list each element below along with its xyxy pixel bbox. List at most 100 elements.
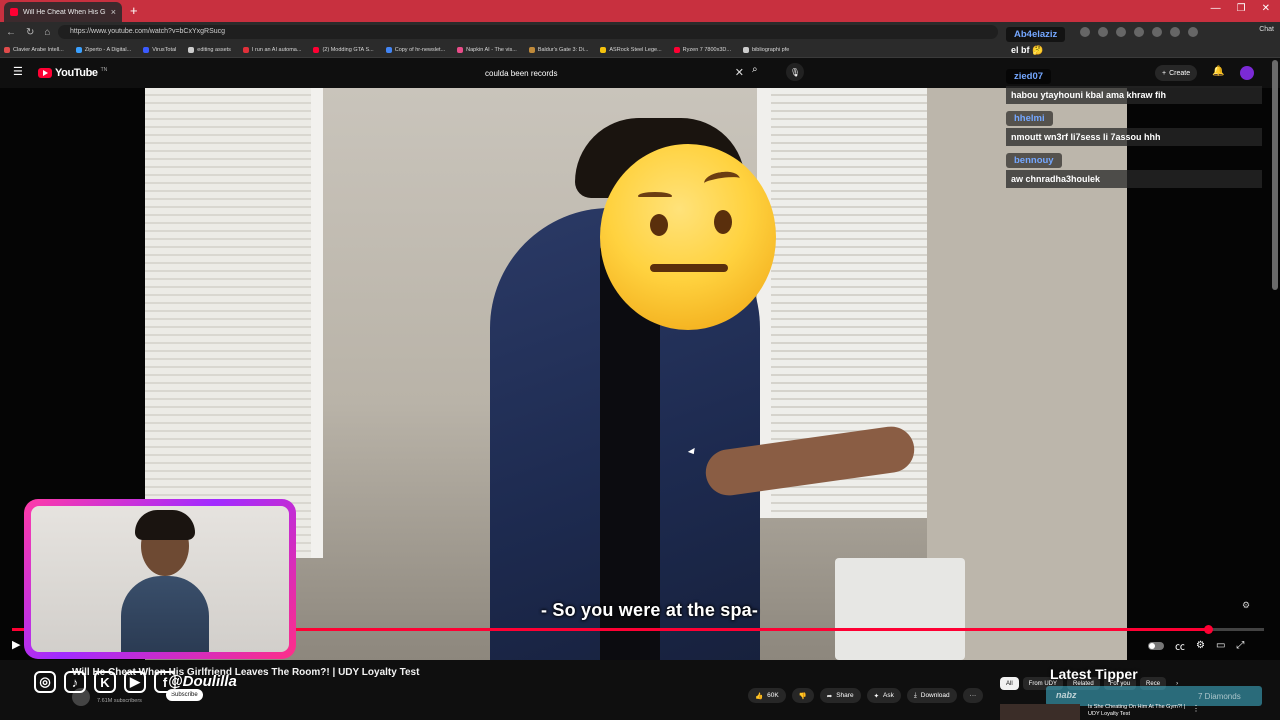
window-controls: — ❐ ✕: [1211, 3, 1270, 14]
bookmark-label: Napkin AI - The vis...: [466, 46, 517, 53]
chat-username: bennouy: [1006, 153, 1062, 168]
youtube-icon: ▶: [124, 671, 146, 693]
ac-unit: [835, 558, 965, 660]
chat-text: el bf 🤔: [1011, 45, 1044, 55]
subscriber-count: 7.61M subscribers: [97, 698, 142, 704]
page-scrollbar[interactable]: [1272, 60, 1278, 290]
latest-tipper-label: Latest Tipper: [1050, 666, 1138, 682]
chip-all[interactable]: All: [1000, 677, 1019, 690]
search-icon[interactable]: ⌕: [752, 64, 758, 75]
bookmark-item[interactable]: (2) Modding GTA S...: [313, 46, 374, 53]
share-icon: ➦: [826, 692, 833, 700]
reload-icon[interactable]: ↻: [26, 27, 34, 38]
bookmark-favicon-icon: [528, 46, 535, 53]
tipper-amount: 7 Diamonds: [1198, 692, 1241, 701]
chat-message: hhelmi nmoutt wn3rf li7sess li 7assou hh…: [1006, 108, 1262, 146]
chat-message: bennouy aw chnradha3houlek: [1006, 150, 1262, 188]
more-actions-button[interactable]: ···: [962, 688, 984, 703]
menu-icon[interactable]: ☰: [13, 67, 25, 78]
bookmark-favicon-icon: [188, 46, 195, 53]
chat-username: Ab4elaziz: [1006, 27, 1066, 42]
captions-icon[interactable]: ㏄: [1175, 638, 1185, 653]
like-count: 60K: [767, 692, 779, 699]
kick-icon: K: [94, 671, 116, 693]
settings-gear-icon[interactable]: ⚙: [1196, 640, 1205, 651]
bookmark-item[interactable]: VirusTotal: [143, 46, 177, 53]
bookmark-item[interactable]: editing assets: [188, 46, 231, 53]
chat-username: hhelmi: [1006, 111, 1053, 126]
new-tab-button[interactable]: +: [130, 3, 138, 18]
back-icon[interactable]: ←: [6, 27, 16, 38]
video-actions: 👍 60K 👎 ➦ Share ✦ Ask ⤓ Download ···: [748, 688, 984, 703]
mic-icon[interactable]: 🎙: [786, 63, 804, 81]
youtube-logo[interactable]: YouTube TN: [38, 67, 107, 79]
bookmark-item[interactable]: bibliographi pfe: [742, 46, 790, 53]
bookmark-label: Clavier Arabe Intell...: [13, 46, 64, 53]
tab-title: Will He Cheat When His Girlfri: [23, 8, 106, 16]
thumbs-down-icon: 👎: [798, 692, 807, 700]
scrubber-handle[interactable]: [1203, 625, 1213, 634]
bookmark-item[interactable]: Baldur's Gate 3: Di...: [528, 46, 589, 53]
home-icon[interactable]: ⌂: [44, 27, 50, 38]
bookmark-favicon-icon: [600, 46, 607, 53]
bookmark-favicon-icon: [75, 46, 82, 53]
download-button[interactable]: ⤓ Download: [906, 688, 957, 703]
thumbs-up-icon: 👍: [755, 692, 764, 700]
bookmark-item[interactable]: Clavier Arabe Intell...: [4, 46, 64, 53]
dislike-button[interactable]: 👎: [791, 688, 814, 703]
minimize-button[interactable]: —: [1211, 3, 1221, 14]
autoplay-toggle[interactable]: [1148, 641, 1164, 650]
country-code: TN: [100, 67, 108, 73]
like-button[interactable]: 👍 60K: [748, 688, 786, 703]
bookmark-item[interactable]: Napkin AI - The vis...: [457, 46, 517, 53]
bookmark-label: I run an AI automa...: [251, 46, 302, 53]
recommended-video-thumbnail[interactable]: [1000, 704, 1080, 720]
bookmark-item[interactable]: Copy of hr-newslet...: [385, 46, 446, 53]
bookmark-favicon-icon: [242, 46, 249, 53]
chat-username: zied07: [1006, 69, 1052, 84]
bookmark-label: bibliographi pfe: [751, 46, 790, 53]
chat-text: nmoutt wn3rf li7sess li 7assou hhh: [1006, 128, 1262, 146]
screen: { "browser": { "tab_title": "Will He Che…: [0, 0, 1280, 720]
bookmark-label: Ziperto - A Digital...: [84, 46, 132, 53]
search-input[interactable]: coulda been records ✕: [476, 63, 748, 83]
download-icon: ⤓: [913, 691, 917, 699]
browser-tab[interactable]: Will He Cheat When His Girlfri ×: [4, 2, 122, 22]
instagram-icon: ◎: [34, 671, 56, 693]
bookmark-label: Baldur's Gate 3: Di...: [537, 46, 589, 53]
share-button[interactable]: ➦ Share: [819, 688, 861, 703]
theater-mode-icon[interactable]: ▭: [1216, 640, 1225, 651]
ask-button[interactable]: ✦ Ask: [866, 688, 901, 703]
share-label: Share: [836, 692, 854, 699]
bookmark-label: Ryzen 7 7800x3D...: [682, 46, 731, 53]
download-label: Download: [920, 692, 950, 699]
recommended-video-title[interactable]: Is She Cheating On Him At The Gym?! | UD…: [1088, 704, 1188, 718]
clear-search-icon[interactable]: ✕: [735, 66, 744, 79]
url-input[interactable]: https://www.youtube.com/watch?v=bCxYxgRS…: [58, 25, 998, 39]
bookmark-label: Copy of hr-newslet...: [394, 46, 446, 53]
bookmark-item[interactable]: Ryzen 7 7800x3D...: [673, 46, 731, 53]
bookmark-favicon-icon: [385, 46, 392, 53]
play-button[interactable]: ▶: [12, 638, 20, 651]
bookmark-label: ASRock Steel Lege...: [609, 46, 662, 53]
streamer-body: [121, 576, 209, 652]
video-caption: - So you were at the spa-: [541, 600, 759, 620]
chat-text: habou ytayhouni kbal ama khraw fih: [1006, 86, 1262, 104]
bookmark-item[interactable]: Ziperto - A Digital...: [75, 46, 132, 53]
close-window-button[interactable]: ✕: [1262, 3, 1270, 14]
maximize-button[interactable]: ❐: [1237, 3, 1246, 14]
bookmark-label: (2) Modding GTA S...: [322, 46, 374, 53]
tiktok-icon: ♪: [64, 671, 86, 693]
streamer-webcam: [24, 499, 296, 659]
bookmark-favicon-icon: [673, 46, 680, 53]
bookmark-favicon-icon: [742, 46, 749, 53]
chat-message: Ab4elaziz el bf 🤔: [1006, 24, 1262, 57]
tab-close-icon[interactable]: ×: [111, 7, 116, 17]
player-controls-right: ㏄ ⚙ ▭ ⤢: [1148, 638, 1244, 653]
tipper-name: nabz: [1056, 690, 1077, 700]
bookmark-label: VirusTotal: [152, 46, 177, 53]
bookmark-item[interactable]: I run an AI automa...: [242, 46, 302, 53]
bookmark-item[interactable]: ASRock Steel Lege...: [600, 46, 662, 53]
fullscreen-icon[interactable]: ⤢: [1236, 640, 1244, 651]
kebab-menu-icon[interactable]: ⋮: [1192, 704, 1200, 713]
